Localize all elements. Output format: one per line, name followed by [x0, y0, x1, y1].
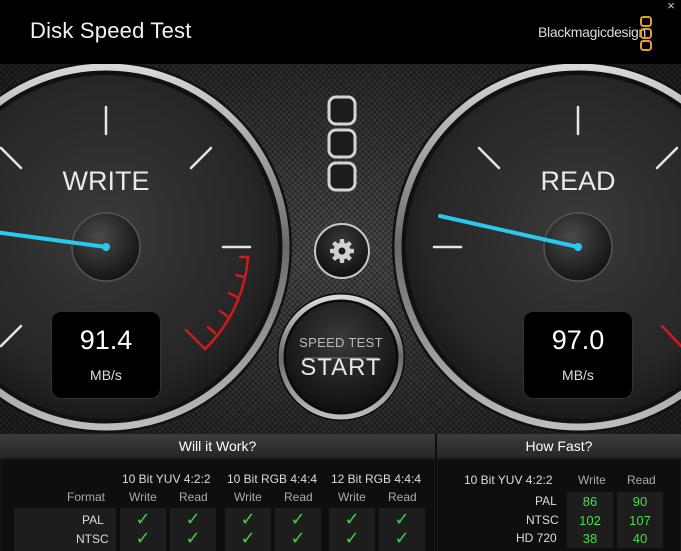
check-icon: ✓: [135, 528, 151, 548]
check-icon: ✓: [344, 528, 360, 548]
will-it-work-panel: Will it Work? 10 Bit YUV 4:2:2 10 Bit RG…: [0, 434, 435, 551]
start-button-caption: SPEED TEST: [299, 335, 383, 350]
speed-test-start-button[interactable]: SPEED TEST START: [278, 294, 404, 420]
write-speed-value: 91.4: [79, 325, 133, 355]
how-fast-read-header: Read: [627, 473, 656, 487]
how-fast-write-header: Write: [578, 473, 606, 487]
group-3-title: 12 Bit RGB 4:4:4: [331, 472, 422, 486]
row-ntsc-label: NTSC: [76, 532, 109, 546]
how-fast-ntsc-write: 102: [579, 513, 601, 528]
gear-icon: [330, 239, 354, 263]
how-fast-hd720-read: 40: [632, 531, 648, 546]
group-1-title: 10 Bit YUV 4:2:2: [122, 472, 211, 486]
three-rounded-squares-icon: [327, 95, 357, 192]
check-icon: ✓: [240, 528, 256, 548]
format-column-header: Format: [67, 490, 106, 504]
will-it-work-header: Will it Work?: [0, 434, 435, 458]
check-icon: ✓: [394, 509, 410, 529]
check-icon: ✓: [344, 509, 360, 529]
row-pal-label: PAL: [82, 513, 104, 527]
read-speed-unit: MB/s: [562, 367, 594, 383]
check-icon: ✓: [185, 509, 201, 529]
brand-logo-icon: [640, 16, 652, 51]
app-title: Disk Speed Test: [30, 18, 192, 43]
group-2-read-header: Read: [284, 490, 313, 504]
how-fast-pal-read: 90: [632, 494, 648, 509]
write-gauge-label: WRITE: [62, 166, 150, 196]
group-3-read-header: Read: [388, 490, 417, 504]
check-icon: ✓: [290, 528, 306, 548]
how-fast-row-hd720-label: HD 720: [516, 531, 557, 545]
how-fast-row-ntsc-label: NTSC: [526, 513, 559, 527]
group-2-write-header: Write: [234, 490, 262, 504]
check-icon: ✓: [394, 528, 410, 548]
read-gauge-label: READ: [540, 166, 616, 196]
gauge-panel: WRITE READ 91.4 MB/s 97.0 MB/s SPEED TES…: [0, 64, 681, 434]
start-button-label: START: [300, 354, 382, 381]
how-fast-hd720-write: 38: [582, 531, 598, 546]
check-icon: ✓: [135, 509, 151, 529]
write-readout: 91.4 MB/s: [51, 311, 161, 399]
results-panels: Will it Work? 10 Bit YUV 4:2:2 10 Bit RG…: [0, 434, 681, 551]
group-2-title: 10 Bit RGB 4:4:4: [227, 472, 318, 486]
how-fast-header: How Fast?: [437, 434, 681, 458]
group-3-write-header: Write: [338, 490, 366, 504]
close-button[interactable]: ×: [663, 0, 679, 13]
settings-button[interactable]: [316, 225, 368, 277]
how-fast-ntsc-read: 107: [629, 513, 651, 528]
how-fast-panel: How Fast? 10 Bit YUV 4:2:2 Write Read PA…: [437, 434, 681, 551]
read-readout: 97.0 MB/s: [523, 311, 633, 399]
how-fast-group-title: 10 Bit YUV 4:2:2: [464, 473, 553, 487]
how-fast-row-pal-label: PAL: [535, 494, 557, 508]
group-1-write-header: Write: [129, 490, 157, 504]
check-icon: ✓: [290, 509, 306, 529]
title-bar: Disk Speed Test Blackmagicdesign ×: [0, 0, 681, 64]
brand-logo-text: Blackmagicdesign: [538, 24, 647, 40]
check-icon: ✓: [240, 509, 256, 529]
check-icon: ✓: [185, 528, 201, 548]
how-fast-pal-write: 86: [582, 494, 598, 509]
write-speed-unit: MB/s: [90, 367, 122, 383]
read-speed-value: 97.0: [551, 325, 605, 355]
group-1-read-header: Read: [179, 490, 208, 504]
